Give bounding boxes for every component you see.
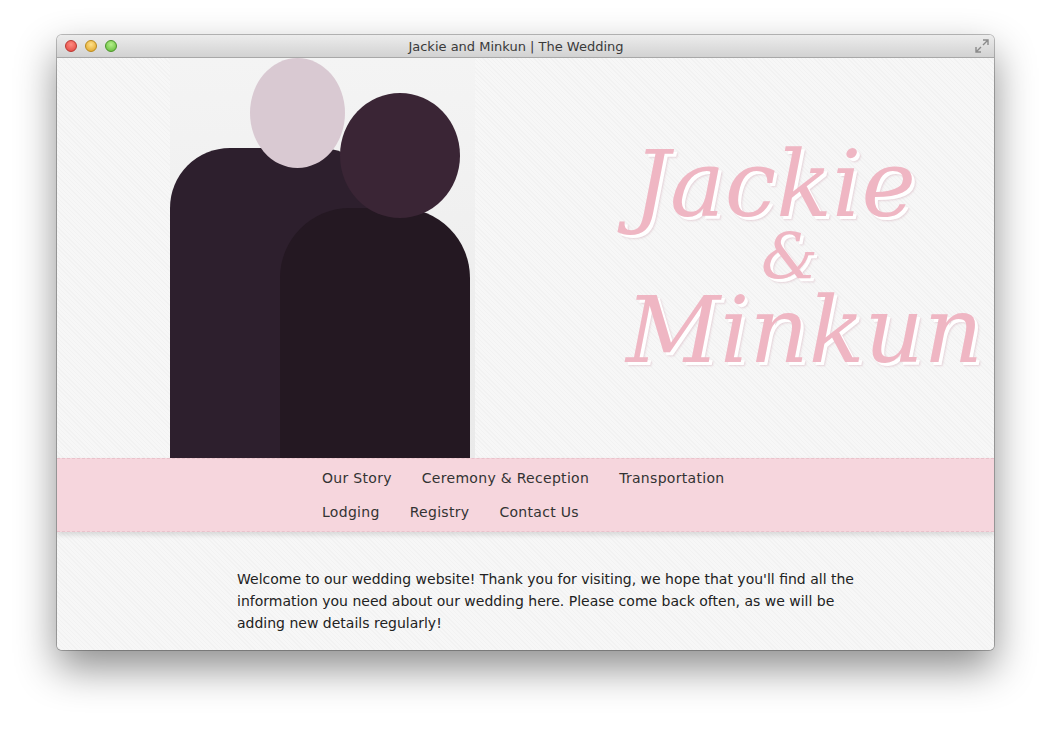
page: Jackie&Minkun Our Story Ceremony & Recepti… (57, 58, 994, 650)
title-bar: Jackie and Minkun | The Wedding (57, 35, 994, 58)
logo-second-name: Minkun (626, 285, 983, 377)
nav-link[interactable]: Transportation (619, 468, 724, 489)
window-title: Jackie and Minkun | The Wedding (117, 39, 915, 54)
nav-link[interactable]: Contact Us (499, 502, 578, 523)
couple-photo (170, 58, 475, 458)
desktop: Jackie and Minkun | The Wedding Jackie&Mi… (0, 0, 1051, 729)
header: Jackie&Minkun (57, 58, 994, 458)
nav-link[interactable]: Ceremony & Reception (422, 468, 589, 489)
logo-first-name: Jackie (633, 139, 916, 231)
nav-row: Lodging Registry Contact Us (322, 502, 994, 523)
minimize-icon[interactable] (85, 40, 97, 52)
fullscreen-icon[interactable] (975, 39, 989, 53)
close-icon[interactable] (65, 40, 77, 52)
nav-link[interactable]: Registry (410, 502, 470, 523)
nav-link[interactable]: Our Story (322, 468, 392, 489)
nav-row: Our Story Ceremony & Reception Transportat… (322, 468, 994, 489)
window-controls (57, 40, 117, 52)
browser-window: Jackie and Minkun | The Wedding Jackie&Mi… (57, 35, 994, 650)
nav-link[interactable]: Lodging (322, 502, 380, 523)
nav-bar: Our Story Ceremony & Reception Transportat… (57, 458, 994, 532)
logo[interactable]: Jackie&Minkun (475, 58, 994, 458)
intro-text: Welcome to our wedding website! Thank yo… (237, 568, 857, 634)
zoom-icon[interactable] (105, 40, 117, 52)
logo-ampersand: & (761, 225, 818, 289)
